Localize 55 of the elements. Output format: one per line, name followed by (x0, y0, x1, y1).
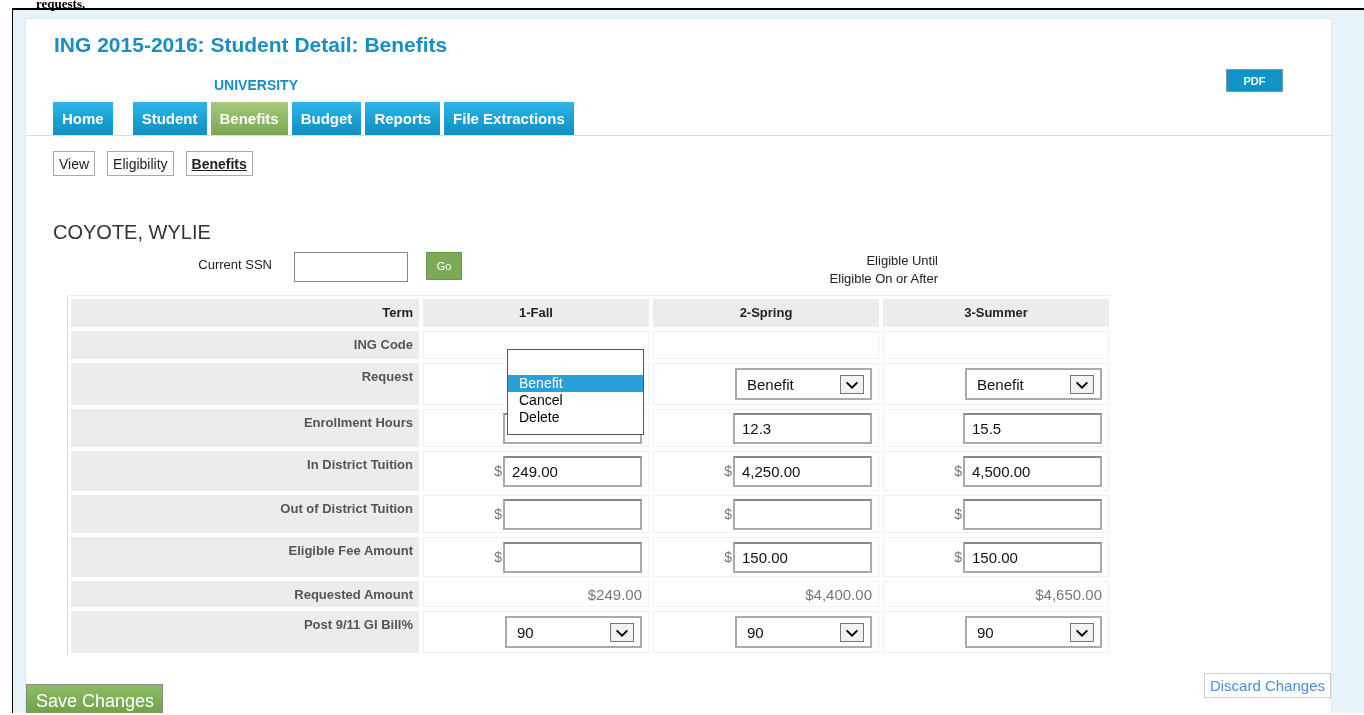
input-field[interactable]: 150.00 (733, 541, 872, 573)
currency-sign: $ (494, 506, 502, 522)
row-label: ING Code (71, 331, 419, 359)
input-field[interactable] (963, 498, 1102, 530)
sub-tab[interactable]: View (53, 151, 96, 176)
institution-name: UNIVERSITY (214, 77, 299, 93)
input-field[interactable]: 15.5 (963, 412, 1102, 444)
row-header: Term (71, 299, 419, 327)
caret-icon (1070, 622, 1094, 642)
ssn-label: Current SSN (197, 257, 272, 272)
amount-text: $249.00 (587, 585, 642, 603)
select-field[interactable]: 90 (735, 616, 872, 648)
currency-sign: $ (494, 463, 502, 479)
select-field[interactable]: 90 (505, 616, 642, 648)
currency-sign: $ (494, 549, 502, 565)
currency-sign: $ (954, 463, 962, 479)
row-label: In District Tuition (71, 451, 419, 491)
row-label: Request (71, 363, 419, 405)
currency-sign: $ (724, 506, 732, 522)
input-field[interactable]: 150.00 (963, 541, 1102, 573)
ssn-field[interactable] (294, 252, 408, 282)
eligibility-label: Eligible Until (866, 252, 938, 270)
input-field[interactable] (503, 541, 642, 573)
input-field[interactable]: 12.3 (733, 412, 872, 444)
select-field[interactable]: Benefit (735, 368, 872, 400)
caret-icon (840, 622, 864, 642)
row-label: Requested Amount (71, 581, 419, 607)
column-header: 2-Spring (653, 299, 879, 327)
currency-sign: $ (724, 463, 732, 479)
input-field[interactable] (733, 498, 872, 530)
sub-tab[interactable]: Eligibility (107, 151, 174, 176)
row-label: Eligible Fee Amount (71, 537, 419, 577)
eligibility-label: Eligible On or After (829, 270, 938, 288)
input-field[interactable]: 249.00 (503, 455, 642, 487)
row-label: Enrollment Hours (71, 409, 419, 447)
input-field[interactable] (503, 498, 642, 530)
row-label: Out of District Tuition (71, 495, 419, 533)
select-field[interactable]: 90 (965, 616, 1102, 648)
student-name: COYOTE, WYLIE (53, 221, 212, 244)
sub-tab[interactable]: Benefits (185, 151, 253, 176)
caret-icon (840, 374, 864, 394)
amount-text: $4,400.00 (805, 585, 872, 603)
currency-sign: $ (954, 549, 962, 565)
caret-icon (610, 622, 634, 642)
currency-sign: $ (724, 549, 732, 565)
column-header: 3-Summer (883, 299, 1109, 327)
column-header: 1-Fall (423, 299, 649, 327)
currency-sign: $ (954, 506, 962, 522)
page-title: ING 2015-2016: Student Detail: Benefits (54, 33, 448, 57)
amount-text: $4,650.00 (1035, 585, 1102, 603)
caret-icon (1070, 374, 1094, 394)
input-field[interactable]: 4,500.00 (963, 455, 1102, 487)
row-label: Post 9/11 GI Bill% (71, 611, 419, 653)
input-field[interactable]: 4,250.00 (733, 455, 872, 487)
select-field[interactable]: Benefit (965, 368, 1102, 400)
